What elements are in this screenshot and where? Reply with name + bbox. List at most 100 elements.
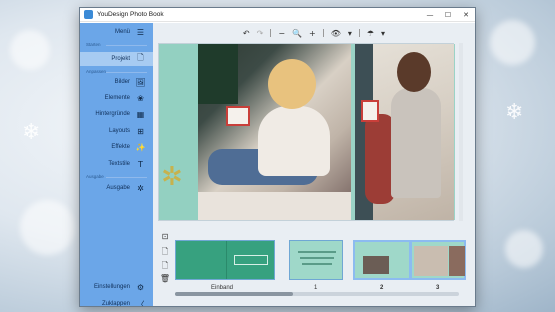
photo-detail — [226, 106, 250, 126]
cover-spine — [226, 241, 227, 279]
window-title: YouDesign Photo Book — [97, 11, 164, 18]
sidebar-item-label: Elemente — [104, 95, 130, 101]
background-bokeh — [20, 200, 75, 255]
maximize-button[interactable]: ☐ — [439, 11, 457, 19]
sidebar-item-effekte[interactable]: Effekte ✨ — [80, 140, 153, 154]
thumbnail-label: 3 — [436, 285, 440, 291]
scrollbar-thumb[interactable] — [175, 292, 293, 296]
editor-toolbar: ↶ ↷ − 🔍 + 👁 ▾ ☂ ▾ — [153, 23, 475, 43]
snowflake-decoration: ❄ — [22, 120, 41, 145]
hamburger-icon: ☰ — [136, 27, 145, 37]
chevron-down-icon[interactable]: ▾ — [348, 29, 352, 38]
menu-button[interactable]: Menü ☰ — [80, 25, 153, 39]
background-bokeh — [10, 30, 50, 70]
menu-label: Menü — [114, 29, 130, 35]
background-bokeh — [505, 230, 543, 268]
sidebar-item-textstile[interactable]: Textstile T — [80, 157, 153, 171]
thumbnail-photo — [363, 256, 389, 274]
horizontal-scrollbar[interactable] — [175, 292, 459, 296]
background-icon: ▦ — [136, 109, 145, 119]
sidebar-item-label: Ausgabe — [106, 185, 130, 191]
sidebar-item-label: Textstile — [108, 161, 130, 167]
view-icon[interactable]: 👁 — [331, 29, 341, 38]
sidebar-item-label: Projekt — [111, 56, 130, 62]
section-output-label: Ausgabe — [86, 174, 104, 179]
collapse-icon: 〈 — [136, 299, 145, 307]
zoom-in-icon[interactable]: + — [309, 29, 316, 38]
output-icon: ✲ — [137, 183, 144, 193]
section-divider — [106, 45, 147, 46]
zoom-icon[interactable]: 🔍 — [292, 29, 302, 38]
sidebar-item-elemente[interactable]: Elemente ❀ — [80, 91, 153, 105]
page-icon[interactable]: 🗋 — [159, 260, 171, 274]
sidebar-item-label: Zuklappen — [101, 301, 130, 307]
photo-detail — [198, 192, 351, 220]
thumbnail-photo — [414, 246, 448, 276]
background-bokeh — [490, 20, 535, 65]
sidebar-item-ausgabe[interactable]: Ausgabe ✲ — [80, 181, 153, 195]
sidebar-item-layouts[interactable]: Layouts ⊞ — [80, 124, 153, 138]
page-icon[interactable]: 🗋 — [159, 246, 171, 260]
photo-girl-with-cupcake[interactable] — [198, 44, 351, 220]
snowflake-ornament[interactable]: ✲ — [161, 162, 183, 192]
photo-detail — [268, 59, 316, 109]
handwritten-text-line — [302, 263, 332, 265]
thumbnail-photo — [449, 246, 465, 276]
settings-icon: ⚙ — [136, 282, 145, 292]
sidebar-item-label: Einstellungen — [93, 284, 130, 290]
add-page-icon[interactable]: ⊡ — [159, 232, 171, 246]
sidebar-item-projekt[interactable]: Projekt 🗋 — [80, 52, 153, 66]
effects-icon: ✨ — [135, 142, 146, 152]
sidebar: Menü ☰ Starten Projekt 🗋 Anpassen Bilder… — [80, 23, 153, 306]
sidebar-item-hintergruende[interactable]: Hintergründe ▦ — [80, 107, 153, 121]
thumbnail-page-3[interactable] — [410, 240, 466, 280]
handwritten-text-line — [298, 251, 336, 253]
vertical-scrollbar[interactable] — [459, 43, 463, 221]
section-divider — [106, 177, 147, 178]
sidebar-item-bilder[interactable]: Bilder 🖼 — [80, 75, 153, 89]
section-customize-label: Anpassen — [86, 69, 107, 74]
cover-title-box — [234, 255, 268, 265]
sidebar-item-einstellungen[interactable]: Einstellungen ⚙ — [80, 280, 153, 294]
minimize-button[interactable]: — — [421, 11, 439, 19]
trash-icon[interactable]: 🗑 — [159, 274, 171, 288]
sidebar-item-zuklappen[interactable]: Zuklappen 〈 — [80, 297, 153, 307]
sidebar-item-label: Bilder — [114, 79, 130, 85]
app-icon — [84, 10, 93, 19]
layout-icon: ⊞ — [137, 126, 144, 136]
undo-icon[interactable]: ↶ — [243, 29, 250, 38]
thumbnail-tools: ⊡ 🗋 🗋 🗑 — [159, 232, 171, 288]
section-divider — [106, 72, 147, 73]
thumbnail-label: 2 — [380, 285, 384, 291]
help-icon[interactable]: ☂ — [367, 29, 374, 38]
photo-mother-and-daughter[interactable] — [355, 44, 454, 220]
handwritten-text-line — [300, 257, 334, 259]
redo-icon[interactable]: ↷ — [257, 29, 264, 38]
elements-icon: ❀ — [137, 93, 144, 103]
section-start-label: Starten — [86, 42, 101, 47]
photo-detail — [258, 106, 330, 176]
page-spread[interactable]: ✲ — [158, 43, 455, 221]
photo-detail — [361, 100, 379, 122]
thumbnail-page-1[interactable] — [289, 240, 343, 280]
toolbar-divider — [358, 29, 360, 37]
page-strip: ⊡ 🗋 🗋 🗑 Einband 1 2 3 — [153, 228, 475, 306]
photo-detail — [391, 88, 441, 198]
zoom-out-icon[interactable]: − — [278, 29, 285, 38]
thumbnail-label: Einband — [211, 285, 234, 291]
photo-detail — [397, 52, 431, 92]
close-button[interactable]: ✕ — [457, 11, 475, 19]
photo-detail — [198, 44, 238, 104]
thumbnail-page-2[interactable] — [353, 240, 411, 280]
sidebar-item-label: Hintergründe — [95, 111, 130, 117]
thumbnail-label: 1 — [314, 285, 318, 291]
editor-area: ↶ ↷ − 🔍 + 👁 ▾ ☂ ▾ ✲ ⊡ 🗋 🗋 🗑 Einband 1 2 … — [153, 23, 475, 306]
page-icon: 🗋 — [137, 53, 144, 62]
title-bar: YouDesign Photo Book — ☐ ✕ — [80, 8, 475, 22]
toolbar-divider — [322, 29, 324, 37]
text-style-icon: T — [138, 159, 143, 169]
app-window: YouDesign Photo Book — ☐ ✕ Menü ☰ Starte… — [79, 7, 476, 307]
chevron-down-icon[interactable]: ▾ — [381, 29, 385, 38]
thumbnail-cover[interactable] — [175, 240, 275, 280]
toolbar-divider — [270, 29, 272, 37]
